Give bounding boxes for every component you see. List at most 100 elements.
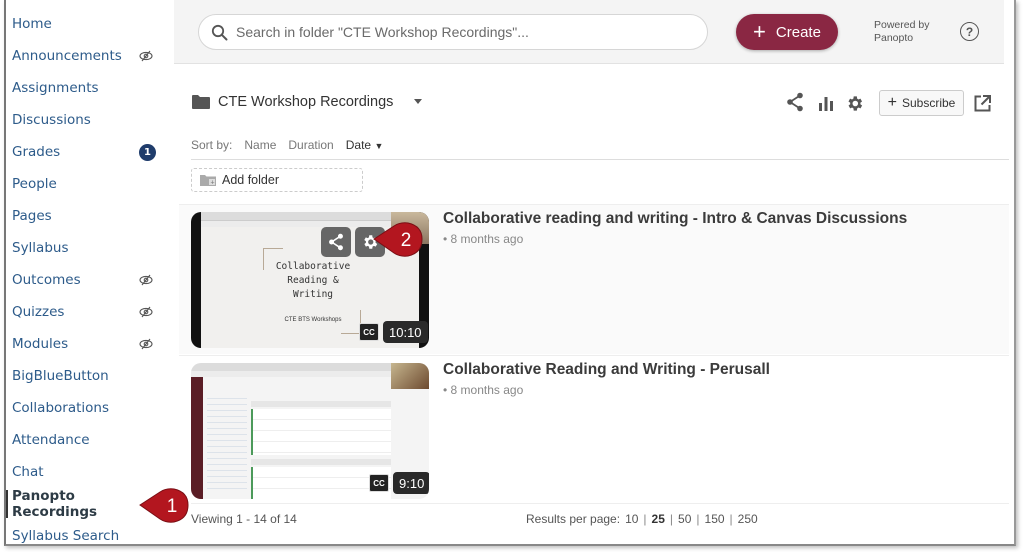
sidebar-item-modules[interactable]: Modules [12, 332, 162, 356]
sort-date-label: Date [345, 138, 372, 152]
visibility-hidden-icon [139, 274, 153, 286]
add-folder-icon: + [200, 175, 216, 187]
slide-title-line: Collaborative [275, 261, 351, 272]
sidebar-item-label: Home [12, 16, 52, 32]
callout-marker-2: 2 [373, 222, 423, 257]
subscribe-button[interactable]: + Subscribe [879, 90, 964, 116]
open-new-window-icon[interactable] [974, 95, 991, 112]
callout-number: 1 [167, 496, 178, 517]
sidebar-item-bigbluebutton[interactable]: BigBlueButton [12, 364, 162, 388]
sidebar-item-label: Attendance [12, 432, 90, 448]
sidebar-item-announcements[interactable]: Announcements [12, 44, 162, 68]
visibility-hidden-icon [139, 50, 153, 62]
closed-captions-icon: CC [359, 323, 379, 341]
duration-badge: 9:10 [393, 472, 429, 494]
sidebar-item-syllabus[interactable]: Syllabus [12, 236, 162, 260]
panopto-topbar: + Create Powered by Panopto ? [174, 0, 1004, 64]
browser-tabs [201, 212, 419, 221]
sidebar-item-label: Chat [12, 464, 44, 480]
powered-by-line1: Powered by [874, 19, 930, 31]
search-icon [211, 24, 228, 40]
page-size-option[interactable]: 150 [705, 512, 725, 526]
stats-icon[interactable] [818, 95, 834, 111]
panopto-main: + Create Powered by Panopto ? CTE Worksh… [174, 0, 1014, 544]
notification-badge: 1 [139, 143, 156, 161]
sidebar-item-collaborations[interactable]: Collaborations [12, 396, 162, 420]
page-size-option[interactable]: 10 [625, 512, 638, 526]
sidebar-item-label: Discussions [12, 112, 91, 128]
sidebar-item-label: Grades [12, 144, 61, 160]
divider [191, 159, 1009, 160]
session-thumbnail[interactable]: CC 9:10 [191, 363, 429, 499]
closed-captions-icon: CC [369, 474, 389, 492]
sidebar-item-outcomes[interactable]: Outcomes [12, 268, 162, 292]
sidebar-item-label: Quizzes [12, 304, 65, 320]
results-per-page: Results per page: 10 | 25 | 50 | 150 | 250 [526, 512, 758, 526]
sidebar-item-grades[interactable]: Grades 1 [12, 140, 162, 164]
session-row[interactable]: Collaborative Reading & Writing CTE BTS … [179, 204, 1009, 354]
course-navigation: Home Announcements Assignments Discussions G… [6, 0, 174, 544]
sidebar-item-label: Pages [12, 208, 52, 224]
plus-icon: + [887, 94, 897, 111]
sidebar-item-syllabus-search[interactable]: Syllabus Search [12, 524, 162, 544]
sidebar-item-people[interactable]: People [12, 172, 162, 196]
visibility-hidden-icon [139, 338, 153, 350]
canvas-global-nav [191, 377, 203, 499]
assignment-group [251, 459, 391, 465]
viewing-count: Viewing 1 - 14 of 14 [191, 512, 297, 526]
session-row[interactable]: CC 9:10 Collaborative Reading and Writin… [179, 355, 1009, 505]
slide-title: Collaborative Reading & Writing [243, 260, 383, 302]
add-folder-button[interactable]: + Add folder [191, 168, 363, 192]
session-title[interactable]: Collaborative Reading and Writing - Peru… [443, 361, 770, 379]
page-size-option[interactable]: 250 [738, 512, 758, 526]
sort-date[interactable]: Date ▼ [346, 138, 384, 152]
session-date: • 8 months ago [443, 383, 524, 397]
subscribe-label: Subscribe [901, 96, 956, 110]
assignment-group [251, 401, 391, 407]
slide-title-line: Writing [292, 289, 334, 300]
page-size-option-selected[interactable]: 25 [652, 512, 665, 526]
svg-text:+: + [211, 180, 215, 187]
create-button[interactable]: + Create [736, 14, 838, 50]
sort-label: Sort by: [191, 138, 233, 152]
sidebar-item-label: Syllabus [12, 240, 69, 256]
chevron-down-icon[interactable] [414, 99, 422, 104]
sidebar-item-assignments[interactable]: Assignments [12, 76, 162, 100]
session-title[interactable]: Collaborative reading and writing - Intr… [443, 210, 907, 228]
duration-badge: 10:10 [383, 321, 428, 343]
powered-by: Powered by Panopto [874, 19, 944, 45]
separator: | [669, 512, 674, 526]
folder-icon [192, 95, 210, 109]
sidebar-item-home[interactable]: Home [12, 12, 162, 36]
settings-icon[interactable] [845, 94, 864, 113]
sidebar-item-discussions[interactable]: Discussions [12, 108, 162, 132]
sidebar-item-pages[interactable]: Pages [12, 204, 162, 228]
search-box[interactable] [198, 14, 708, 50]
sort-name[interactable]: Name [244, 138, 276, 152]
add-folder-label: Add folder [222, 173, 279, 187]
sidebar-item-label: Collaborations [12, 400, 110, 416]
caret-down-icon: ▼ [374, 141, 384, 151]
plus-icon: + [753, 19, 766, 44]
help-icon[interactable]: ? [960, 22, 979, 41]
canvas-course-nav [207, 393, 247, 493]
create-label: Create [775, 23, 821, 41]
page-size-option[interactable]: 50 [678, 512, 691, 526]
sidebar-item-chat[interactable]: Chat [12, 460, 162, 484]
sidebar-item-label: People [12, 176, 57, 192]
sort-duration[interactable]: Duration [288, 138, 333, 152]
session-date-text: 8 months ago [450, 232, 524, 246]
sidebar-item-attendance[interactable]: Attendance [12, 428, 162, 452]
folder-selector[interactable]: CTE Workshop Recordings [192, 92, 422, 112]
sort-bar: Sort by: Name Duration Date ▼ [191, 138, 383, 152]
sidebar-item-quizzes[interactable]: Quizzes [12, 300, 162, 324]
share-icon[interactable] [786, 92, 804, 112]
folder-name: CTE Workshop Recordings [218, 94, 394, 110]
search-input[interactable] [236, 24, 696, 40]
assignment-list [251, 409, 391, 455]
session-date: • 8 months ago [443, 232, 524, 246]
sidebar-item-label: Modules [12, 336, 69, 352]
separator: | [729, 512, 733, 526]
share-session-button[interactable] [321, 227, 351, 257]
share-icon [329, 233, 343, 251]
